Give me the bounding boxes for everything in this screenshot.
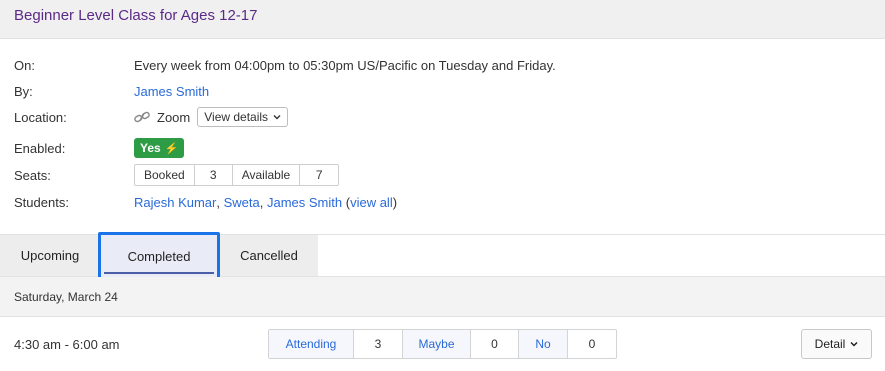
detail-button[interactable]: Detail (801, 329, 872, 359)
students-label: Students: (14, 194, 69, 210)
enabled-label: Enabled: (14, 140, 66, 156)
instructor-link[interactable]: James Smith (134, 84, 209, 99)
seats-summary: Booked 3 Available 7 (134, 164, 340, 186)
schedule-label: On: (14, 57, 35, 73)
rsvp-summary: Attending 3 Maybe 0 No 0 (268, 329, 617, 359)
session-tabs: Upcoming Completed Cancelled (0, 232, 885, 281)
booked-label: Booked (135, 165, 195, 185)
booked-count: 3 (195, 165, 233, 185)
students-list: Rajesh Kumar, Sweta, James Smith (view a… (134, 194, 398, 210)
session-time: 4:30 am - 6:00 am (14, 337, 120, 352)
link-icon (134, 111, 150, 123)
no-button[interactable]: No (519, 330, 568, 358)
tab-cancelled[interactable]: Cancelled (220, 235, 318, 276)
seats-label: Seats: (14, 167, 51, 183)
tab-upcoming[interactable]: Upcoming (0, 235, 100, 276)
attending-count: 3 (354, 330, 403, 358)
enabled-value: Yes (140, 141, 161, 155)
detail-button-label: Detail (814, 337, 846, 351)
chevron-down-icon (273, 115, 281, 120)
enabled-badge: Yes ⚡ (134, 138, 185, 158)
active-tab-indicator (104, 272, 214, 274)
tab-upcoming-label: Upcoming (20, 248, 80, 263)
view-details-label: View details (204, 110, 269, 124)
tab-cancelled-label: Cancelled (240, 248, 298, 263)
student-link[interactable]: Rajesh Kumar (134, 195, 216, 210)
view-details-button[interactable]: View details (197, 107, 289, 127)
student-link[interactable]: Sweta (224, 195, 260, 210)
lightning-icon: ⚡ (164, 142, 179, 155)
attending-button[interactable]: Attending (269, 330, 354, 358)
maybe-button[interactable]: Maybe (403, 330, 471, 358)
available-count: 7 (315, 168, 323, 182)
no-count: 0 (588, 337, 596, 351)
maybe-count: 0 (471, 330, 519, 358)
chevron-down-icon (850, 341, 858, 347)
view-all-students-link[interactable]: view all (350, 195, 393, 210)
tab-completed[interactable]: Completed (98, 232, 220, 281)
instructor-label: By: (14, 83, 33, 99)
available-label: Available (233, 165, 301, 185)
class-title: Beginner Level Class for Ages 12-17 (14, 7, 258, 24)
tab-completed-label: Completed (127, 249, 191, 264)
location-value: Zoom (157, 109, 191, 125)
schedule-value: Every week from 04:00pm to 05:30pm US/Pa… (134, 57, 556, 73)
session-date-header: Saturday, March 24 (0, 277, 885, 317)
session-date: Saturday, March 24 (14, 290, 118, 304)
class-header: Beginner Level Class for Ages 12-17 (0, 0, 885, 39)
student-link[interactable]: James Smith (267, 195, 342, 210)
location-label: Location: (14, 109, 67, 125)
